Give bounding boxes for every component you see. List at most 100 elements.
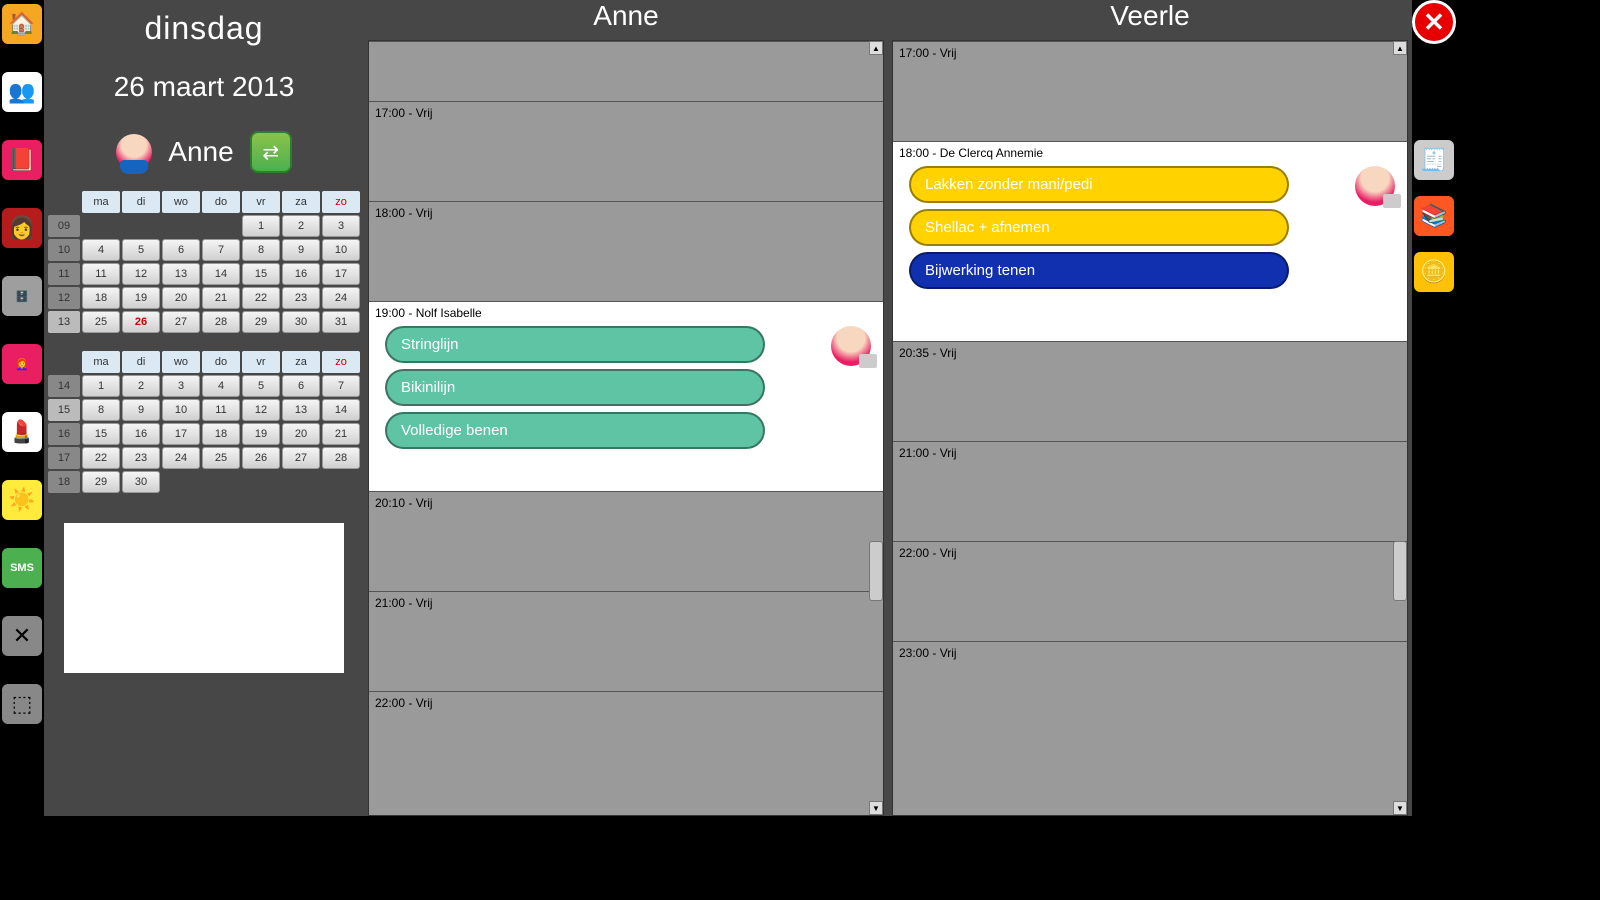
calendar-day[interactable]: 1 [82,375,120,397]
calendar-day[interactable]: 9 [282,239,320,261]
free-slot[interactable]: 20:35 - Vrij [893,341,1407,441]
week-number[interactable]: 18 [48,471,80,493]
coins-icon[interactable]: 🪙 [1414,252,1454,292]
calendar-day[interactable]: 20 [282,423,320,445]
schedule-body[interactable]: 17:00 - Vrij18:00 - De Clercq AnnemieLak… [892,40,1408,816]
free-slot[interactable]: 18:00 - Vrij [369,201,883,301]
calendar-day[interactable]: 16 [122,423,160,445]
notes-box[interactable] [64,523,344,673]
scroll-up-button[interactable]: ▲ [1393,41,1407,55]
calendar-day[interactable]: 1 [242,215,280,237]
calendar-day[interactable]: 13 [282,399,320,421]
calendar-day[interactable]: 3 [162,375,200,397]
calendar-day[interactable]: 4 [82,239,120,261]
calendar-day[interactable]: 15 [242,263,280,285]
calendar-day[interactable]: 10 [162,399,200,421]
sun-icon[interactable]: ☀️ [2,480,42,520]
calendar-day[interactable]: 2 [122,375,160,397]
free-slot[interactable]: 22:00 - Vrij [893,541,1407,641]
calendar-day[interactable]: 12 [122,263,160,285]
free-slot[interactable]: 21:00 - Vrij [369,591,883,691]
calendar-day[interactable]: 29 [82,471,120,493]
calendar-day[interactable]: 22 [82,447,120,469]
scroll-down-button[interactable]: ▼ [1393,801,1407,815]
week-number[interactable]: 12 [48,287,80,309]
calendar-day[interactable]: 19 [122,287,160,309]
calendar-day[interactable]: 27 [282,447,320,469]
scroll-thumb[interactable] [869,541,883,601]
swap-staff-button[interactable]: ⇄ [250,131,292,173]
calendar-day[interactable]: 13 [162,263,200,285]
free-slot[interactable]: 17:00 - Vrij [893,41,1407,141]
week-number[interactable]: 10 [48,239,80,261]
calendar-day[interactable]: 7 [202,239,240,261]
calendar-day[interactable]: 12 [242,399,280,421]
face-icon[interactable]: 👩‍🦰 [2,344,42,384]
calendar-day[interactable]: 29 [242,311,280,333]
calendar-day[interactable]: 18 [202,423,240,445]
calendar-day[interactable]: 17 [162,423,200,445]
week-number[interactable]: 15 [48,399,80,421]
calendar-day[interactable]: 16 [282,263,320,285]
calendar-day[interactable]: 4 [202,375,240,397]
calendar-day[interactable]: 31 [322,311,360,333]
lipstick-icon[interactable]: 💄 [2,412,42,452]
calendar-day[interactable]: 8 [82,399,120,421]
free-slot[interactable] [369,41,883,101]
treatment-pill[interactable]: Volledige benen [385,412,765,449]
calendar-day[interactable]: 26 [122,311,160,333]
calendar-day[interactable]: 27 [162,311,200,333]
calendar-day[interactable]: 23 [122,447,160,469]
calendar-day[interactable]: 11 [82,263,120,285]
calendar-day[interactable]: 30 [282,311,320,333]
calendar-day[interactable]: 6 [162,239,200,261]
tools-icon[interactable]: ✕ [2,616,42,656]
schedule-body[interactable]: 17:00 - Vrij18:00 - Vrij19:00 - Nolf Isa… [368,40,884,816]
calendar-day[interactable]: 23 [282,287,320,309]
calendar-day[interactable]: 20 [162,287,200,309]
week-number[interactable]: 11 [48,263,80,285]
calendar-day[interactable]: 25 [82,311,120,333]
layers-icon[interactable]: ⬚ [2,684,42,724]
calendar-day[interactable]: 9 [122,399,160,421]
calendar-day[interactable]: 2 [282,215,320,237]
calendar-day[interactable]: 21 [202,287,240,309]
calendar-day[interactable]: 3 [322,215,360,237]
week-number[interactable]: 17 [48,447,80,469]
calendar-day[interactable]: 14 [202,263,240,285]
free-slot[interactable]: 20:10 - Vrij [369,491,883,591]
users-icon[interactable]: 👥 [2,72,42,112]
scroll-up-button[interactable]: ▲ [869,41,883,55]
calendar-day[interactable]: 24 [322,287,360,309]
calendar-day[interactable]: 25 [202,447,240,469]
home-icon[interactable]: 🏠 [2,4,42,44]
register-icon[interactable]: 🧾 [1414,140,1454,180]
calendar-day[interactable]: 8 [242,239,280,261]
calendar-day[interactable]: 26 [242,447,280,469]
sms-icon[interactable]: SMS [2,548,42,588]
calendar-day[interactable]: 30 [122,471,160,493]
calendar-day[interactable]: 22 [242,287,280,309]
calendar-day[interactable]: 17 [322,263,360,285]
scroll-thumb[interactable] [1393,541,1407,601]
week-number[interactable]: 14 [48,375,80,397]
calendar-day[interactable]: 5 [122,239,160,261]
treatment-pill[interactable]: Bijwerking tenen [909,252,1289,289]
calendar-day[interactable]: 24 [162,447,200,469]
free-slot[interactable]: 23:00 - Vrij [893,641,1407,741]
calendar-day[interactable]: 28 [322,447,360,469]
books-icon[interactable]: 📚 [1414,196,1454,236]
calendar-day[interactable]: 11 [202,399,240,421]
appointment-slot[interactable]: 18:00 - De Clercq AnnemieLakken zonder m… [893,141,1407,341]
free-slot[interactable]: 17:00 - Vrij [369,101,883,201]
calendar-day[interactable]: 19 [242,423,280,445]
calendar-day[interactable]: 15 [82,423,120,445]
book-icon[interactable]: 📕 [2,140,42,180]
week-number[interactable]: 13 [48,311,80,333]
treatment-pill[interactable]: Shellac + afnemen [909,209,1289,246]
week-number[interactable]: 09 [48,215,80,237]
treatment-pill[interactable]: Lakken zonder mani/pedi [909,166,1289,203]
free-slot[interactable]: 21:00 - Vrij [893,441,1407,541]
calendar-day[interactable]: 5 [242,375,280,397]
free-slot[interactable]: 22:00 - Vrij [369,691,883,771]
